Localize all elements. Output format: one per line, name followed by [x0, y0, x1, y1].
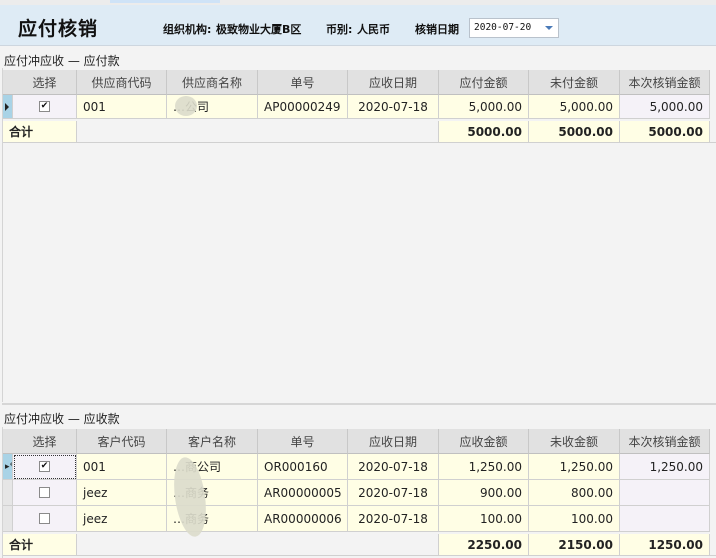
column-header[interactable]: 未收金额: [529, 429, 620, 454]
currency-value: 人民币: [357, 23, 390, 36]
row-indicator[interactable]: [3, 95, 13, 119]
total-label: 合计: [3, 121, 77, 143]
active-tab-highlight: [110, 0, 220, 3]
cell-date: 2020-07-18: [348, 454, 439, 480]
select-checkbox[interactable]: [39, 487, 50, 498]
redaction-smudge: [175, 96, 197, 116]
row-indicator[interactable]: ▸✎: [3, 454, 13, 480]
select-checkbox[interactable]: ✔: [39, 101, 50, 112]
cell-code: 001: [77, 454, 167, 480]
column-header[interactable]: 单号: [258, 70, 348, 95]
cell-code: 001: [77, 95, 167, 119]
column-header[interactable]: 应付金额: [439, 70, 529, 95]
edit-pencil-icon: ▸✎: [5, 461, 12, 472]
cell-date: 2020-07-18: [348, 506, 439, 532]
column-header[interactable]: 未付金额: [529, 70, 620, 95]
cell-doc-no: AR00000005: [258, 480, 348, 506]
cell-unpaid: 100.00: [529, 506, 620, 532]
total-blank: [77, 121, 439, 143]
total-unpaid: 2150.00: [529, 534, 620, 556]
cell-doc-no: AR00000006: [258, 506, 348, 532]
total-writeoff: 1250.00: [620, 534, 710, 556]
column-header[interactable]: 本次核销金额: [620, 429, 710, 454]
cell-unpaid: 800.00: [529, 480, 620, 506]
splitter[interactable]: [2, 403, 716, 405]
cell-amount: 1,250.00: [439, 454, 529, 480]
cell-writeoff[interactable]: 5,000.00: [620, 95, 710, 119]
receivable-grid: 选择客户代码客户名称单号应收日期应收金额未收金额本次核销金额▸✎✔001…商公司…: [2, 427, 716, 558]
chevron-down-icon[interactable]: [540, 19, 558, 37]
date-value[interactable]: 2020-07-20: [474, 22, 531, 33]
cell-writeoff[interactable]: [620, 506, 710, 532]
cell-date: 2020-07-18: [348, 95, 439, 119]
cell-code: jeez: [77, 480, 167, 506]
select-checkbox[interactable]: ✔: [39, 461, 50, 472]
column-header[interactable]: 选择: [13, 429, 77, 454]
payable-section-title: 应付冲应收 — 应付款: [4, 54, 120, 68]
column-header[interactable]: 应收日期: [348, 70, 439, 95]
total-amount: 5000.00: [439, 121, 529, 143]
cell-amount: 100.00: [439, 506, 529, 532]
cell-code: jeez: [77, 506, 167, 532]
payable-grid: 选择供应商代码供应商名称单号应收日期应付金额未付金额本次核销金额✔001…公司A…: [2, 68, 716, 402]
total-amount: 2250.00: [439, 534, 529, 556]
row-indicator[interactable]: [3, 506, 13, 532]
cell-amount: 900.00: [439, 480, 529, 506]
cell-unpaid: 1,250.00: [529, 454, 620, 480]
receivable-section-title: 应付冲应收 — 应收款: [4, 412, 120, 426]
date-label: 核销日期: [415, 23, 459, 36]
total-label: 合计: [3, 534, 77, 556]
page-title: 应付核销: [18, 18, 99, 40]
cell-doc-no: AP00000249: [258, 95, 348, 119]
column-header[interactable]: 应收日期: [348, 429, 439, 454]
select-cell[interactable]: ✔: [13, 95, 77, 119]
select-checkbox[interactable]: [39, 513, 50, 524]
total-writeoff: 5000.00: [620, 121, 710, 143]
total-blank: [77, 534, 439, 556]
total-tail: [710, 534, 716, 556]
cell-date: 2020-07-18: [348, 480, 439, 506]
column-header[interactable]: 本次核销金额: [620, 70, 710, 95]
select-cell[interactable]: ✔: [13, 454, 77, 480]
cell-writeoff[interactable]: 1,250.00: [620, 454, 710, 480]
currency-label: 币别:: [326, 23, 353, 36]
column-header[interactable]: 选择: [13, 70, 77, 95]
org-label: 组织机构:: [163, 23, 212, 36]
cell-unpaid: 5,000.00: [529, 95, 620, 119]
select-cell[interactable]: [13, 506, 77, 532]
select-cell[interactable]: [13, 480, 77, 506]
column-header[interactable]: 应收金额: [439, 429, 529, 454]
org-value: 极致物业大厦B区: [216, 23, 302, 36]
current-row-arrow-icon: [5, 102, 9, 111]
column-header[interactable]: 供应商代码: [77, 70, 167, 95]
column-header[interactable]: 供应商名称: [167, 70, 258, 95]
column-header[interactable]: 客户代码: [77, 429, 167, 454]
column-header[interactable]: 客户名称: [167, 429, 258, 454]
total-tail: [710, 121, 716, 143]
column-header[interactable]: 单号: [258, 429, 348, 454]
cell-writeoff[interactable]: [620, 480, 710, 506]
cell-amount: 5,000.00: [439, 95, 529, 119]
page-header: 应付核销 组织机构: 极致物业大厦B区 币别: 人民币 核销日期 2020-07…: [0, 5, 716, 46]
writeoff-date-picker[interactable]: 2020-07-20: [469, 18, 559, 38]
cell-doc-no: OR000160: [258, 454, 348, 480]
row-indicator[interactable]: [3, 480, 13, 506]
total-unpaid: 5000.00: [529, 121, 620, 143]
